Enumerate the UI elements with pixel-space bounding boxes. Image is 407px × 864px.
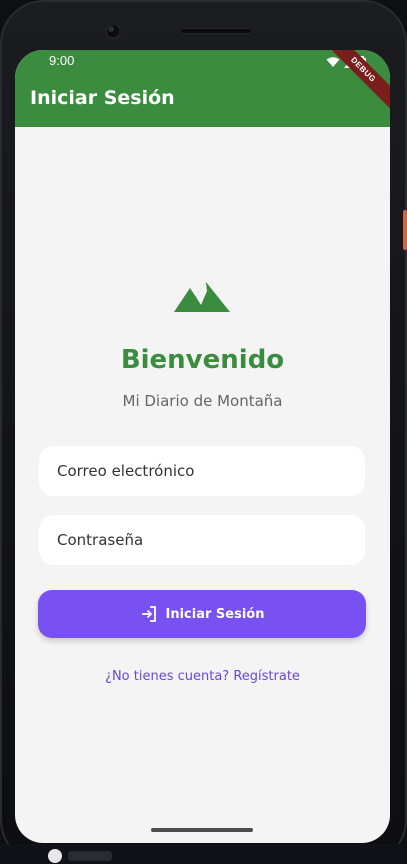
mountain-icon bbox=[174, 282, 230, 312]
taskbar-pill bbox=[68, 851, 112, 861]
app-screen: 9:00 Iniciar Sesión DEBUG Bienvenido Mi … bbox=[15, 50, 390, 843]
device-frame: 9:00 Iniciar Sesión DEBUG Bienvenido Mi … bbox=[0, 0, 407, 864]
app-bar: 9:00 Iniciar Sesión DEBUG bbox=[15, 50, 390, 127]
side-button bbox=[403, 210, 407, 250]
camera-glint bbox=[108, 26, 114, 32]
page-title: Iniciar Sesión bbox=[30, 87, 175, 109]
wifi-icon bbox=[326, 57, 340, 67]
taskbar-dot bbox=[48, 849, 62, 863]
email-field[interactable] bbox=[39, 446, 365, 496]
welcome-heading: Bienvenido bbox=[120, 345, 285, 375]
home-indicator[interactable] bbox=[151, 828, 253, 832]
password-field[interactable] bbox=[39, 515, 365, 565]
login-icon bbox=[141, 606, 156, 622]
status-time: 9:00 bbox=[49, 53, 75, 68]
email-input[interactable] bbox=[39, 446, 365, 496]
login-button-label: Iniciar Sesión bbox=[165, 606, 265, 622]
password-input[interactable] bbox=[39, 515, 365, 565]
register-link[interactable]: ¿No tienes cuenta? Regístrate bbox=[15, 669, 390, 684]
earpiece-speaker bbox=[180, 28, 252, 34]
status-bar: 9:00 bbox=[15, 50, 390, 74]
login-button[interactable]: Iniciar Sesión bbox=[38, 590, 366, 638]
app-subtitle: Mi Diario de Montaña bbox=[122, 392, 283, 410]
